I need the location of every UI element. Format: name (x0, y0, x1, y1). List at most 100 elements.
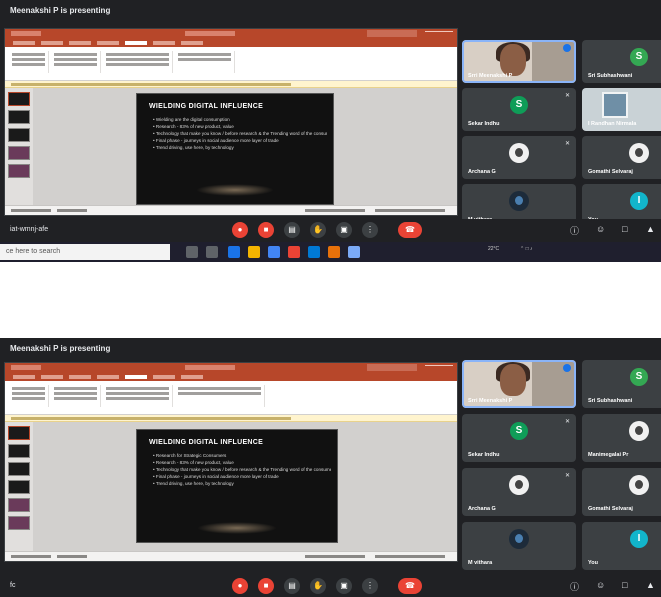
participant-tile[interactable]: Manimegalai Pr (582, 414, 661, 462)
chat-icon[interactable]: □ (622, 224, 627, 234)
ribbon-group[interactable] (9, 385, 49, 407)
raise-hand-icon[interactable]: ✋ (310, 578, 326, 594)
widgets-icon[interactable] (206, 246, 218, 258)
quick-access-toolbar[interactable] (11, 365, 41, 370)
avatar (629, 421, 649, 441)
captions-icon[interactable]: ▤ (284, 578, 300, 594)
ribbon-tab[interactable] (41, 41, 63, 45)
window-controls[interactable] (425, 365, 453, 370)
participant-tile[interactable]: I Randhan Nirmala (582, 88, 661, 131)
participant-tile[interactable]: Gomathi Selvaraj (582, 136, 661, 179)
ribbon-tab[interactable] (13, 41, 35, 45)
powerpoint-taskbar-icon[interactable] (288, 246, 300, 258)
mail-icon[interactable] (308, 246, 320, 258)
camera-off-icon[interactable]: ■ (258, 578, 274, 594)
task-view-icon[interactable] (186, 246, 198, 258)
ribbon-tab[interactable] (97, 41, 119, 45)
activities-icon[interactable]: ▲ (646, 224, 655, 234)
present-screen-icon[interactable]: ▣ (336, 222, 352, 238)
ribbon-tab[interactable] (181, 375, 203, 379)
slide-thumbnail[interactable] (8, 426, 30, 440)
participant-name: Sekar Indhu (468, 121, 500, 127)
slide-bullet: Final phase - journeys in social audienc… (153, 473, 331, 480)
participant-tile[interactable]: Srri Meenakshi P (462, 40, 576, 83)
participant-tile[interactable]: M vithara (462, 522, 576, 570)
info-icon[interactable]: ⓘ (570, 580, 579, 593)
slide-thumbnail[interactable] (8, 92, 30, 106)
ribbon-group[interactable] (175, 385, 265, 407)
ribbon-group[interactable] (103, 51, 173, 73)
slide-thumbnail[interactable] (8, 516, 30, 530)
hang-up-icon[interactable]: ☎ (398, 222, 422, 238)
quick-access-toolbar[interactable] (11, 31, 41, 36)
ribbon-tab[interactable] (69, 375, 91, 379)
slide-thumbnail[interactable] (8, 128, 30, 142)
hang-up-icon[interactable]: ☎ (398, 578, 422, 594)
participant-tile[interactable]: ✕ Archana G (462, 136, 576, 179)
taskbar-search[interactable]: ce here to search (0, 244, 170, 260)
ribbon-group[interactable] (9, 51, 49, 73)
participant-tile[interactable]: S Sri Subhashwani (582, 360, 661, 408)
ribbon-tab[interactable] (181, 41, 203, 45)
store-icon[interactable] (268, 246, 280, 258)
people-icon[interactable]: ☺ (596, 580, 605, 590)
chrome-icon[interactable] (328, 246, 340, 258)
avatar (629, 475, 649, 495)
account-area[interactable] (367, 30, 417, 37)
slide-glow (197, 522, 277, 534)
app-icon[interactable] (348, 246, 360, 258)
ribbon-tab[interactable] (41, 375, 63, 379)
present-screen-icon[interactable]: ▣ (336, 578, 352, 594)
info-icon[interactable]: ⓘ (570, 224, 579, 237)
slide-thumbnail[interactable] (8, 110, 30, 124)
activities-icon[interactable]: ▲ (646, 580, 655, 590)
ribbon-tab[interactable] (97, 375, 119, 379)
slide-thumbnail[interactable] (8, 146, 30, 160)
system-tray-icons[interactable]: ⌃ □ ♪ (520, 246, 533, 252)
ribbon-group[interactable] (51, 385, 101, 407)
document-title (185, 31, 235, 36)
ribbon-group[interactable] (103, 385, 173, 407)
participant-tile[interactable]: ✕ S Sekar Indhu (462, 88, 576, 131)
participant-name: Sri Subhashwani (588, 398, 633, 404)
chat-icon[interactable]: □ (622, 580, 627, 590)
camera-off-icon[interactable]: ■ (258, 222, 274, 238)
ribbon-group[interactable] (175, 51, 235, 73)
ribbon-tab[interactable] (69, 41, 91, 45)
slide-thumbnail[interactable] (8, 498, 30, 512)
ribbon-tab-active[interactable] (125, 375, 147, 379)
ribbon-tab-active[interactable] (125, 41, 147, 45)
participant-tile[interactable]: ✕ Archana G (462, 468, 576, 516)
participant-tile[interactable]: I You (582, 522, 661, 570)
file-explorer-icon[interactable] (248, 246, 260, 258)
blank-gap (0, 262, 661, 338)
more-options-icon[interactable]: ⋮ (362, 222, 378, 238)
participant-name: Archana G (468, 169, 496, 175)
participant-tile[interactable]: ✕ S Sekar Indhu (462, 414, 576, 462)
slide-thumbnail[interactable] (8, 480, 30, 494)
participant-name: Gomathi Selvaraj (588, 506, 633, 512)
mic-off-icon[interactable]: ● (232, 222, 248, 238)
slide-thumbnails (5, 422, 33, 551)
account-area[interactable] (367, 364, 417, 371)
participant-tile[interactable]: Gomathi Selvaraj (582, 468, 661, 516)
slide-thumbnail[interactable] (8, 164, 30, 178)
slide-thumbnail[interactable] (8, 444, 30, 458)
ribbon-group[interactable] (51, 51, 101, 73)
mic-off-icon[interactable]: ● (232, 578, 248, 594)
ribbon-tab[interactable] (153, 41, 175, 45)
edge-icon[interactable] (228, 246, 240, 258)
participant-tile[interactable]: Srri Meenakshi P (462, 360, 576, 408)
participant-tile[interactable]: S Sri Subhashwani (582, 40, 661, 83)
weather-widget[interactable]: 22°C (488, 246, 499, 252)
more-options-icon[interactable]: ⋮ (362, 578, 378, 594)
window-controls[interactable] (425, 31, 453, 36)
slide-thumbnail[interactable] (8, 462, 30, 476)
people-icon[interactable]: ☺ (596, 224, 605, 234)
ribbon-tab[interactable] (153, 375, 175, 379)
avatar: S (630, 48, 648, 66)
ribbon-tab[interactable] (13, 375, 35, 379)
meet-control-bar: fc ● ■ ▤ ✋ ▣ ⋮ ☎ ⓘ ☺ □ ▲ (0, 575, 661, 597)
raise-hand-icon[interactable]: ✋ (310, 222, 326, 238)
captions-icon[interactable]: ▤ (284, 222, 300, 238)
